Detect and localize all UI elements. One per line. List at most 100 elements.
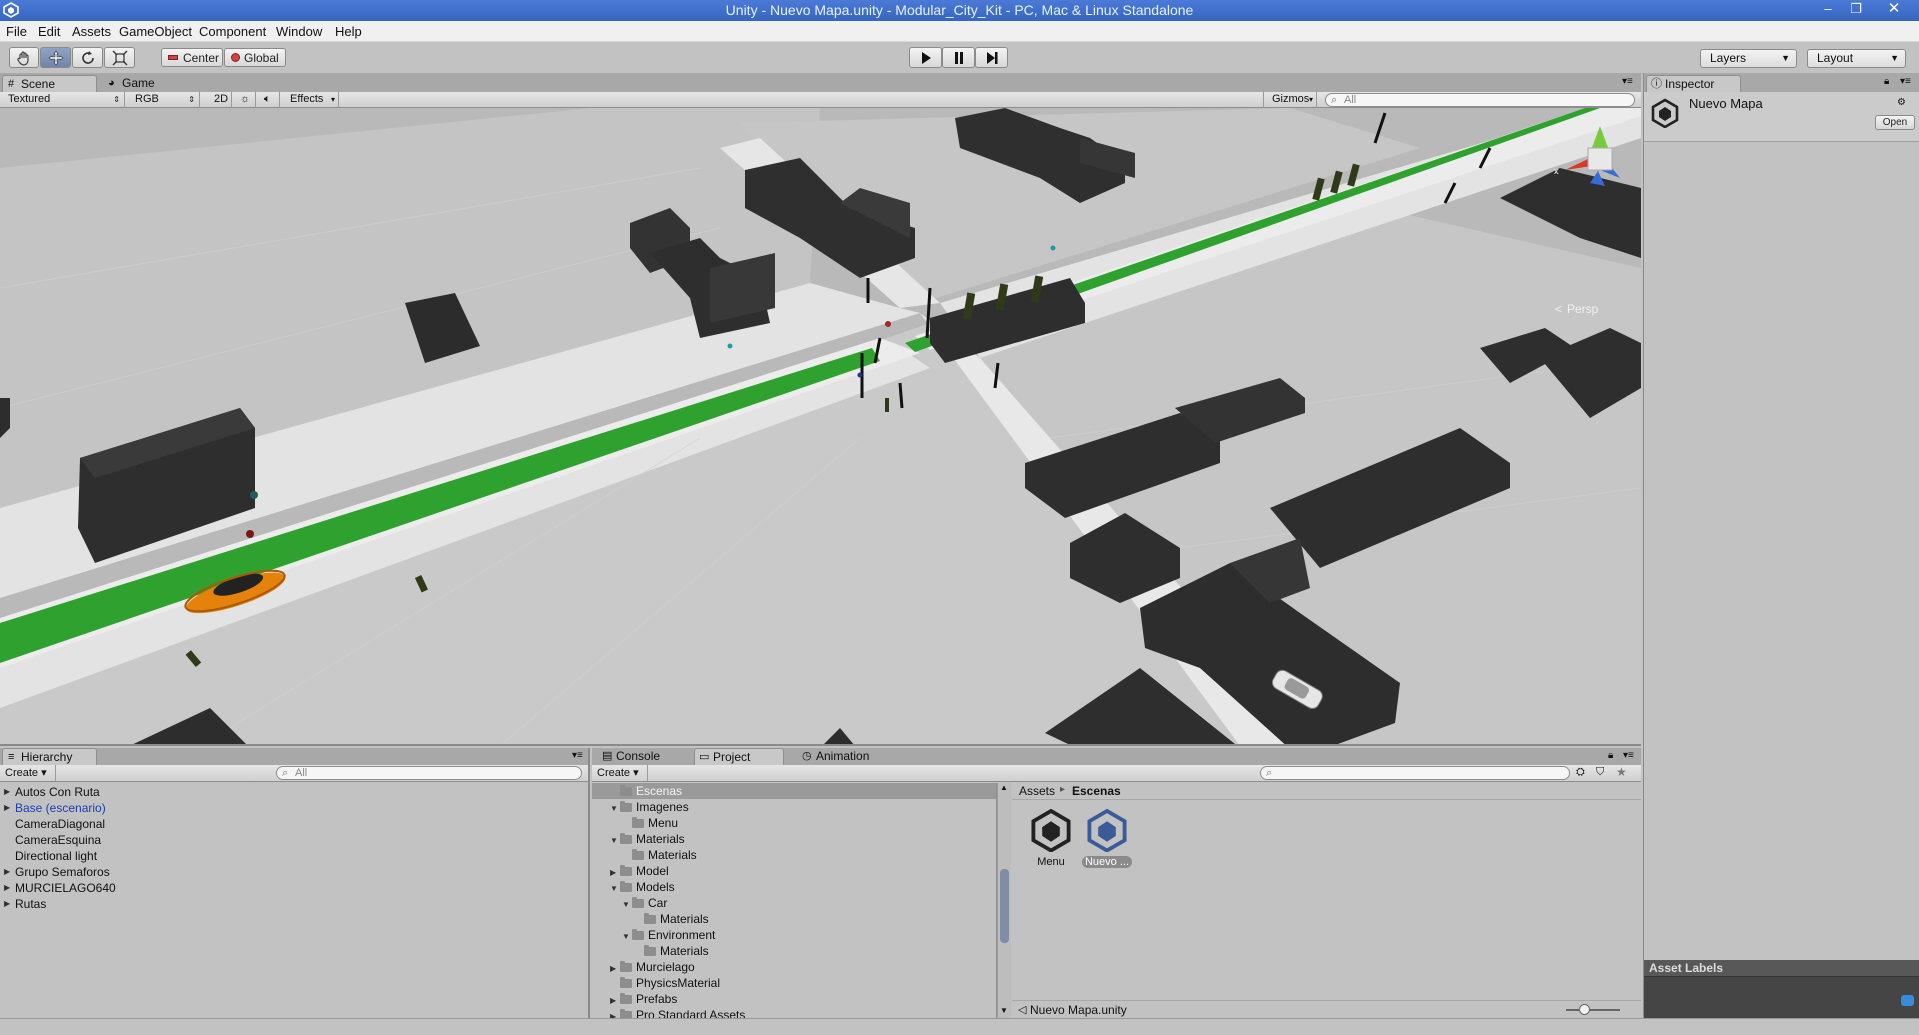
menu-gameobject[interactable]: GameObject bbox=[119, 24, 192, 39]
2d-toggle[interactable]: 2D bbox=[206, 92, 232, 108]
step-button[interactable] bbox=[975, 47, 1008, 68]
search-by-label-icon[interactable]: ⛉ bbox=[1596, 766, 1604, 779]
layout-dropdown[interactable]: Layout ▼ bbox=[1807, 49, 1906, 68]
panel-menu-icon[interactable]: ▾≡ bbox=[1623, 750, 1634, 761]
scale-tool-button[interactable] bbox=[104, 47, 135, 68]
folder-tree-item[interactable]: Escenas bbox=[592, 783, 996, 799]
icon-size-slider[interactable] bbox=[1566, 1009, 1620, 1011]
expand-arrow-icon[interactable]: ▶ bbox=[4, 864, 10, 880]
rotate-tool-button[interactable] bbox=[72, 47, 103, 68]
menu-file[interactable]: File bbox=[6, 24, 27, 39]
pause-button[interactable] bbox=[942, 47, 975, 68]
folder-tree-item[interactable]: Materials bbox=[592, 847, 996, 863]
close-icon[interactable]: ✕ bbox=[1880, 0, 1908, 20]
expand-arrow-icon[interactable]: ▶ bbox=[4, 800, 10, 816]
layout-label: Layout bbox=[1817, 51, 1854, 65]
folder-tree-item[interactable]: Materials bbox=[592, 911, 996, 927]
folder-tree-item[interactable]: Materials bbox=[592, 943, 996, 959]
dropdown-caret-icon: ▼ bbox=[1781, 53, 1790, 63]
folder-tree-item[interactable]: ▶ Prefabs bbox=[592, 991, 996, 1007]
tab-inspector[interactable]: ⓘ Inspector bbox=[1646, 75, 1741, 92]
folder-tree-label: Environment bbox=[648, 928, 716, 942]
project-search-input[interactable]: ⌕ bbox=[1260, 766, 1570, 780]
folder-tree-item[interactable]: ▶ Murcielago bbox=[592, 959, 996, 975]
project-create-dropdown[interactable]: Create ▾ bbox=[597, 765, 648, 781]
hierarchy-item[interactable]: CameraDiagonal bbox=[0, 816, 588, 832]
hierarchy-item[interactable]: ▶ Autos Con Ruta bbox=[0, 784, 588, 800]
settings-gear-icon[interactable]: ⚙ bbox=[1897, 97, 1906, 108]
lighting-toggle[interactable]: ☼ bbox=[232, 92, 256, 108]
breadcrumb-root[interactable]: Assets bbox=[1019, 784, 1055, 798]
minimize-icon[interactable]: – bbox=[1814, 0, 1842, 20]
lock-icon[interactable]: 🔒︎ bbox=[1608, 750, 1613, 761]
scene-search-placeholder: All bbox=[1344, 94, 1357, 106]
audio-toggle[interactable]: 🔈︎ bbox=[256, 92, 280, 108]
folder-tree-item[interactable]: ▶ Pro Standard Assets bbox=[592, 1007, 996, 1018]
panel-menu-icon[interactable]: ▾≡ bbox=[1900, 76, 1911, 87]
tab-animation[interactable]: ◷ Animation bbox=[798, 748, 888, 765]
folder-tree-label: Menu bbox=[648, 816, 679, 830]
menu-help[interactable]: Help bbox=[335, 24, 362, 39]
tab-hierarchy[interactable]: ≡ Hierarchy bbox=[2, 748, 97, 765]
hierarchy-create-dropdown[interactable]: Create ▾ bbox=[5, 765, 56, 781]
play-button[interactable] bbox=[909, 47, 942, 68]
scene-search-input[interactable]: ⌕ All bbox=[1325, 93, 1635, 107]
breadcrumb-current[interactable]: Escenas bbox=[1072, 784, 1121, 798]
folder-tree-item[interactable]: Menu bbox=[592, 815, 996, 831]
layers-dropdown[interactable]: Layers ▼ bbox=[1700, 49, 1797, 68]
menu-component[interactable]: Component bbox=[199, 24, 266, 39]
panel-menu-icon[interactable]: ▾≡ bbox=[1622, 76, 1633, 87]
hierarchy-search-input[interactable]: ⌕ All bbox=[276, 766, 582, 780]
lock-icon[interactable]: 🔒︎ bbox=[1884, 76, 1889, 87]
scene-viewport[interactable]: x Persp < bbox=[0, 108, 1641, 746]
persp-label[interactable]: Persp bbox=[1567, 302, 1599, 316]
hierarchy-item[interactable]: ▶ Base (escenario) bbox=[0, 800, 588, 816]
layers-label: Layers bbox=[1710, 51, 1747, 65]
expand-arrow-icon[interactable]: ▶ bbox=[610, 1009, 620, 1018]
folder-tree-item[interactable]: ▶ Model bbox=[592, 863, 996, 879]
hierarchy-item[interactable]: CameraEsquina bbox=[0, 832, 588, 848]
tab-scene[interactable]: # Scene bbox=[2, 75, 97, 92]
menu-edit[interactable]: Edit bbox=[38, 24, 60, 39]
effects-dropdown[interactable]: Effects ▾ bbox=[282, 92, 339, 108]
open-button[interactable]: Open bbox=[1875, 115, 1915, 130]
hierarchy-item[interactable]: ▶ MURCIELAGO640 bbox=[0, 880, 588, 896]
color-mode-dropdown[interactable]: RGB ⇕ bbox=[127, 92, 200, 108]
gizmos-dropdown[interactable]: Gizmos ▾ bbox=[1263, 92, 1317, 108]
folder-tree-item[interactable]: ▼ Car bbox=[592, 895, 996, 911]
tab-project[interactable]: ▭ Project bbox=[694, 748, 784, 765]
hierarchy-item-label: Rutas bbox=[15, 897, 47, 911]
menu-window[interactable]: Window bbox=[276, 24, 322, 39]
scroll-up-icon[interactable]: ▲ bbox=[1000, 783, 1008, 792]
menu-assets[interactable]: Assets bbox=[72, 24, 111, 39]
asset-item[interactable]: Nuevo ... bbox=[1082, 808, 1132, 868]
hierarchy-item[interactable]: ▶ Grupo Semaforos bbox=[0, 864, 588, 880]
space-global-toggle[interactable]: Global bbox=[224, 48, 286, 67]
folder-tree-item[interactable]: ▼ Materials bbox=[592, 831, 996, 847]
folder-tree-item[interactable]: PhysicsMaterial bbox=[592, 975, 996, 991]
favorite-star-icon[interactable]: ★ bbox=[1616, 765, 1627, 779]
render-mode-dropdown[interactable]: Textured ⇕ bbox=[0, 92, 125, 108]
expand-arrow-icon[interactable]: ▶ bbox=[4, 784, 10, 800]
hierarchy-item[interactable]: ▶ Rutas bbox=[0, 896, 588, 912]
tab-game[interactable]: ◕ Game bbox=[104, 75, 174, 92]
folder-tree-item[interactable]: ▼ Environment bbox=[592, 927, 996, 943]
expand-arrow-icon[interactable]: ▶ bbox=[4, 896, 10, 912]
scroll-down-icon[interactable]: ▼ bbox=[1000, 1006, 1008, 1015]
panel-menu-icon[interactable]: ▾≡ bbox=[572, 750, 583, 761]
expand-arrow-icon[interactable]: ▶ bbox=[4, 880, 10, 896]
label-tag-icon[interactable] bbox=[1901, 995, 1914, 1006]
icon-size-slider-knob[interactable] bbox=[1579, 1004, 1590, 1015]
tab-console[interactable]: ▤ Console bbox=[598, 748, 678, 765]
scrollbar-thumb[interactable] bbox=[1000, 869, 1009, 943]
folder-tree-item[interactable]: ▼ Models bbox=[592, 879, 996, 895]
hand-tool-button[interactable] bbox=[9, 47, 39, 68]
folder-tree-item[interactable]: ▼ Imagenes bbox=[592, 799, 996, 815]
hierarchy-item[interactable]: Directional light bbox=[0, 848, 588, 864]
restore-icon[interactable]: ❐ bbox=[1842, 0, 1870, 20]
pivot-center-toggle[interactable]: Center bbox=[161, 48, 223, 67]
search-by-type-icon[interactable]: ⛭ bbox=[1576, 766, 1585, 779]
tree-scrollbar[interactable]: ▲ ▼ bbox=[997, 783, 1011, 1018]
asset-item[interactable]: Menu bbox=[1026, 808, 1076, 868]
move-tool-button[interactable] bbox=[40, 47, 71, 68]
